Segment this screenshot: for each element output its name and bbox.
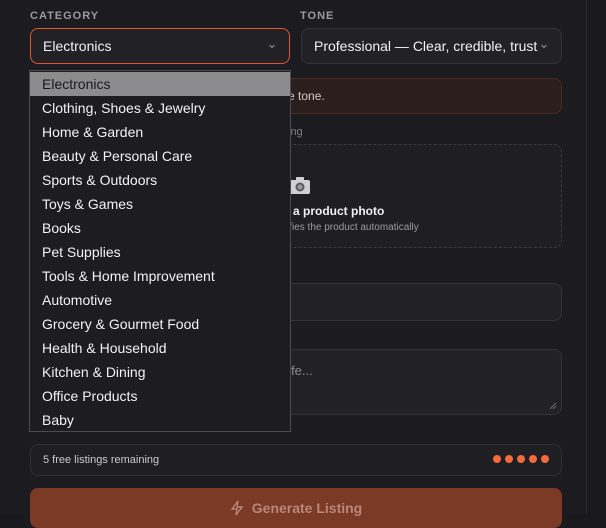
- category-option-toys[interactable]: Toys & Games: [30, 192, 290, 216]
- credit-dot: [517, 455, 525, 463]
- generate-listing-label: Generate Listing: [251, 500, 363, 516]
- tone-select-value: Professional — Clear, credible, trust: [314, 38, 538, 54]
- lightning-icon: [230, 500, 244, 516]
- camera-icon: [290, 177, 310, 194]
- category-select-value: Electronics: [43, 38, 112, 54]
- category-option-kitchen[interactable]: Kitchen & Dining: [30, 360, 290, 384]
- category-option-office[interactable]: Office Products: [30, 384, 290, 408]
- features-placeholder: fe...: [291, 363, 313, 378]
- category-option-automotive[interactable]: Automotive: [30, 288, 290, 312]
- credits-text: 5 free listings remaining: [43, 454, 160, 466]
- credit-dot: [541, 455, 549, 463]
- category-dropdown-menu: Electronics Clothing, Shoes & Jewelry Ho…: [29, 70, 291, 432]
- category-option-baby[interactable]: Baby: [30, 408, 290, 431]
- category-option-health[interactable]: Health & Household: [30, 336, 290, 360]
- credit-dot: [493, 455, 501, 463]
- category-option-sports[interactable]: Sports & Outdoors: [30, 168, 290, 192]
- credit-dot: [505, 455, 513, 463]
- credits-bar: 5 free listings remaining: [30, 444, 562, 476]
- category-option-home-garden[interactable]: Home & Garden: [30, 120, 290, 144]
- tone-select[interactable]: Professional — Clear, credible, trust: [301, 28, 562, 64]
- chevron-down-icon: [269, 44, 275, 49]
- tone-label: TONE: [300, 10, 335, 22]
- credit-dot: [529, 455, 537, 463]
- generate-listing-button[interactable]: Generate Listing: [30, 488, 562, 528]
- category-label: CATEGORY: [30, 10, 100, 22]
- category-option-clothing[interactable]: Clothing, Shoes & Jewelry: [30, 96, 290, 120]
- category-option-tools[interactable]: Tools & Home Improvement: [30, 264, 290, 288]
- tone-notice-text: e tone.: [288, 89, 325, 103]
- category-option-beauty[interactable]: Beauty & Personal Care: [30, 144, 290, 168]
- chevron-down-icon: [541, 44, 547, 49]
- resize-handle-icon[interactable]: [549, 402, 557, 410]
- category-option-books[interactable]: Books: [30, 216, 290, 240]
- category-option-pet-supplies[interactable]: Pet Supplies: [30, 240, 290, 264]
- category-option-electronics[interactable]: Electronics: [30, 72, 290, 96]
- photo-dropzone-title: a product photo: [293, 204, 385, 218]
- credits-dots: [493, 455, 549, 463]
- category-select[interactable]: Electronics: [30, 28, 290, 64]
- photo-dropzone-subtitle: ifies the product automatically: [287, 222, 419, 233]
- category-option-grocery[interactable]: Grocery & Gourmet Food: [30, 312, 290, 336]
